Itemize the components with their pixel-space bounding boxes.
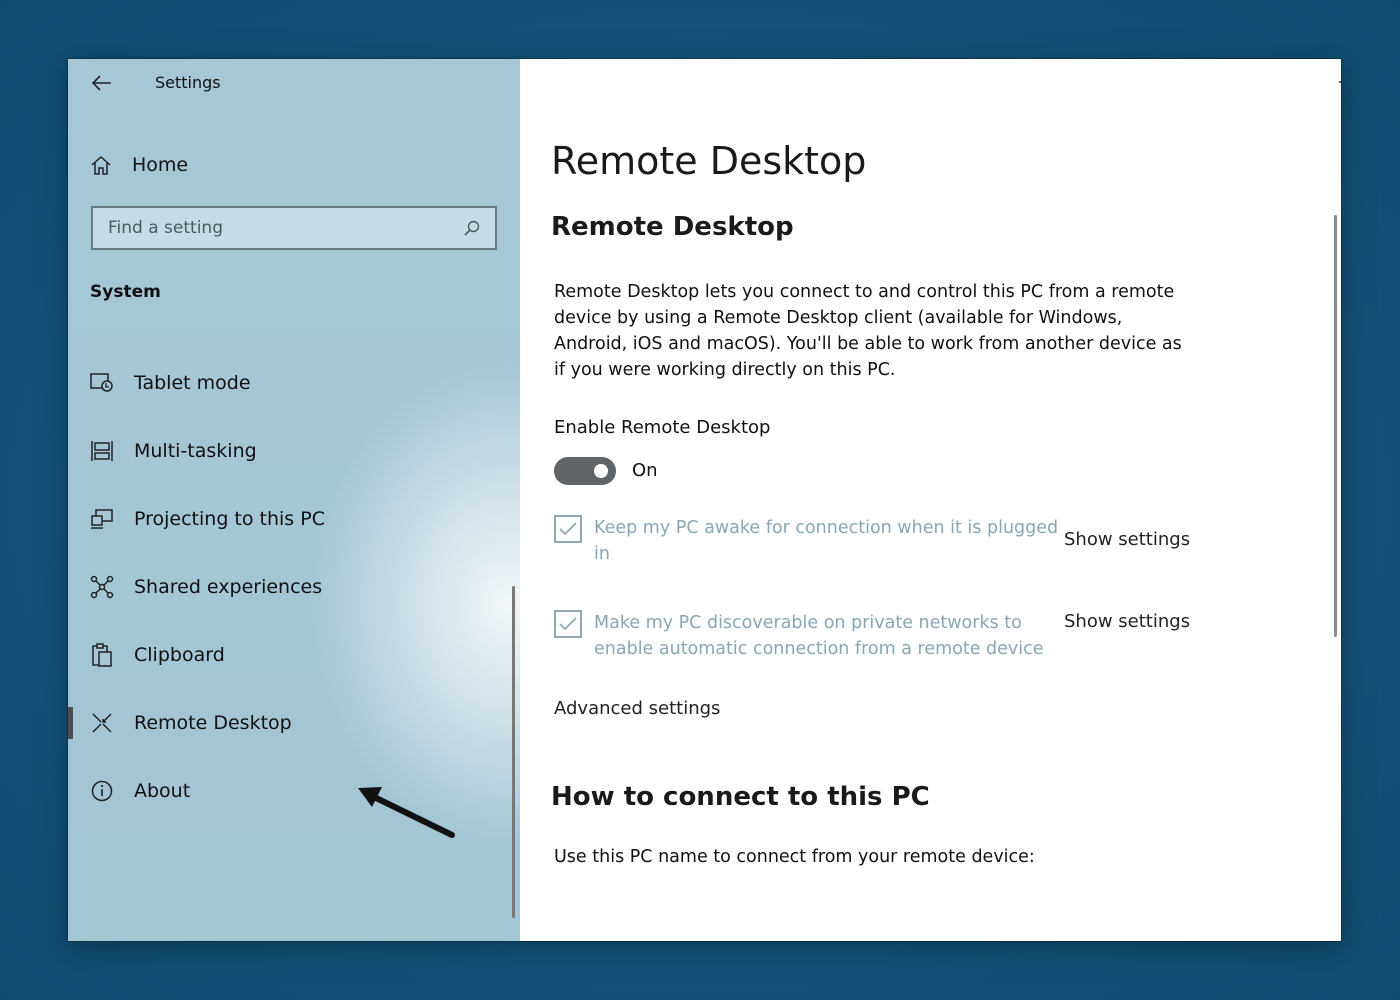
sidebar-item-label: Tablet mode xyxy=(134,372,251,394)
enable-remote-desktop-toggle[interactable] xyxy=(554,457,616,485)
show-settings-link-1[interactable]: Show settings xyxy=(1064,529,1190,550)
sidebar-item-tablet-mode[interactable]: Tablet mode xyxy=(68,361,518,405)
info-icon xyxy=(88,777,116,805)
sidebar-item-clipboard[interactable]: Clipboard xyxy=(68,633,518,677)
sidebar-item-label: Shared experiences xyxy=(134,576,323,598)
sidebar-item-shared-experiences[interactable]: Shared experiences xyxy=(68,565,518,609)
main-content: Remote Desktop Remote Desktop Remote Des… xyxy=(520,59,1341,941)
sidebar-item-home[interactable]: Home xyxy=(90,147,490,183)
remote-desktop-icon xyxy=(88,709,116,737)
keep-awake-checkbox[interactable] xyxy=(554,515,582,543)
sidebar-item-remote-desktop[interactable]: Remote Desktop xyxy=(68,701,518,745)
sidebar-item-about[interactable]: About xyxy=(68,769,518,813)
app-title: Settings xyxy=(155,73,221,92)
home-icon xyxy=(91,155,111,175)
multitasking-icon xyxy=(88,437,116,465)
clipboard-icon xyxy=(88,641,116,669)
sidebar-item-label: Home xyxy=(132,154,189,176)
toggle-state-label: On xyxy=(632,460,658,481)
sidebar-item-label: Multi-tasking xyxy=(134,440,257,462)
settings-window: Settings Home System xyxy=(68,59,1341,941)
title-bar: Settings xyxy=(68,59,520,107)
howto-title: How to connect to this PC xyxy=(551,782,930,812)
checkmark-icon xyxy=(559,522,577,536)
search-icon[interactable] xyxy=(461,217,483,239)
checkmark-icon xyxy=(559,617,577,631)
sidebar-item-projecting[interactable]: Projecting to this PC xyxy=(68,497,518,541)
discoverable-label: Make my PC discoverable on private netwo… xyxy=(594,613,1044,659)
tablet-mode-icon xyxy=(88,369,116,397)
sidebar-item-label: About xyxy=(134,780,191,802)
main-scrollbar[interactable] xyxy=(1334,215,1337,637)
sidebar-item-label: Remote Desktop xyxy=(134,712,292,734)
discoverable-checkbox[interactable] xyxy=(554,610,582,638)
enable-remote-desktop-label: Enable Remote Desktop xyxy=(554,417,771,438)
advanced-settings-link[interactable]: Advanced settings xyxy=(554,698,720,719)
sidebar-item-multitasking[interactable]: Multi-tasking xyxy=(68,429,518,473)
page-title: Remote Desktop xyxy=(551,139,867,183)
minimize-icon xyxy=(1339,81,1341,83)
shared-experiences-icon xyxy=(88,573,116,601)
search-input[interactable] xyxy=(108,218,461,238)
minimize-button[interactable] xyxy=(1314,59,1341,105)
search-box xyxy=(91,206,497,250)
section-heading-system: System xyxy=(90,282,161,302)
back-arrow-icon xyxy=(92,75,111,91)
toggle-knob xyxy=(594,464,608,478)
projecting-icon xyxy=(88,505,116,533)
back-button[interactable] xyxy=(86,69,118,97)
sidebar-item-label: Projecting to this PC xyxy=(134,508,325,530)
description: Remote Desktop lets you connect to and c… xyxy=(554,282,1182,380)
sidebar: Settings Home System xyxy=(68,59,520,941)
show-settings-link-2[interactable]: Show settings xyxy=(1064,611,1190,632)
howto-text: Use this PC name to connect from your re… xyxy=(554,847,1035,867)
sidebar-item-label: Clipboard xyxy=(134,644,225,666)
keep-awake-label: Keep my PC awake for connection when it … xyxy=(594,518,1059,564)
sidebar-scrollbar[interactable] xyxy=(512,586,515,918)
section-title: Remote Desktop xyxy=(551,212,794,242)
